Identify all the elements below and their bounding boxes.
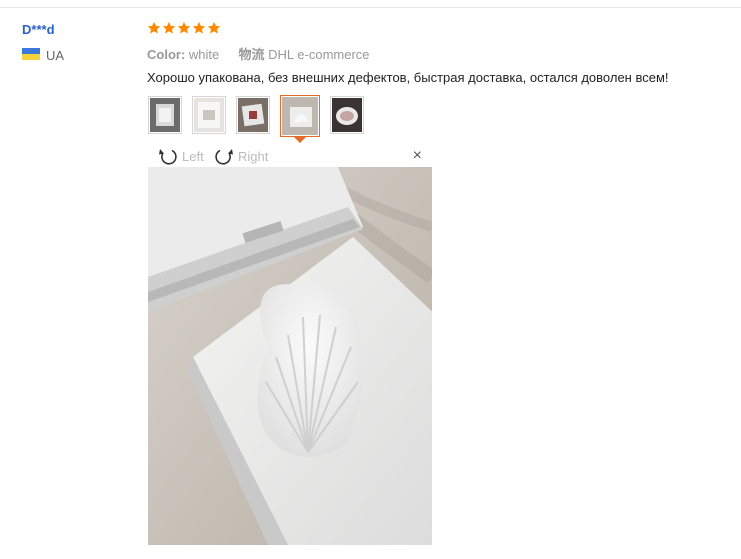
review-text: Хорошо упакована, без внешних дефектов, … (147, 70, 669, 85)
star-icon (192, 21, 206, 34)
rotate-right-icon (215, 149, 233, 165)
top-divider (0, 7, 741, 8)
star-icon (207, 21, 221, 34)
shipping-value: DHL e-commerce (268, 47, 370, 62)
selected-caret-icon (294, 137, 306, 143)
star-rating (147, 21, 221, 35)
close-viewer-button[interactable]: × (413, 148, 422, 164)
star-icon (162, 21, 176, 34)
viewer-toolbar: Left Right × (148, 145, 432, 168)
color-value: white (188, 47, 220, 62)
photo-thumbnail-selected[interactable] (280, 95, 320, 143)
ukraine-flag-icon (22, 48, 40, 60)
order-meta: Color: white 物流 DHL e-commerce (147, 44, 370, 63)
color-label: Color: (147, 47, 186, 62)
reviewer-name[interactable]: D***d (22, 22, 55, 37)
rotate-right-button[interactable]: Right (214, 147, 268, 165)
rotate-left-label: Left (182, 148, 204, 164)
photo-thumbnails (148, 95, 364, 143)
rotate-right-label: Right (238, 148, 269, 164)
photo-thumbnail[interactable] (236, 96, 270, 134)
shipping-label: 物流 (238, 47, 265, 62)
photo-thumbnail[interactable] (192, 96, 226, 134)
rotate-left-icon (159, 149, 177, 165)
star-icon (147, 21, 161, 34)
review-photo (148, 167, 432, 545)
photo-thumbnail[interactable] (148, 96, 182, 134)
photo-viewer: Left Right × (148, 145, 432, 545)
reviewer-country: UA (46, 48, 65, 63)
star-icon (177, 21, 191, 34)
photo-thumbnail[interactable] (330, 96, 364, 134)
rotate-left-button[interactable]: Left (158, 147, 204, 165)
